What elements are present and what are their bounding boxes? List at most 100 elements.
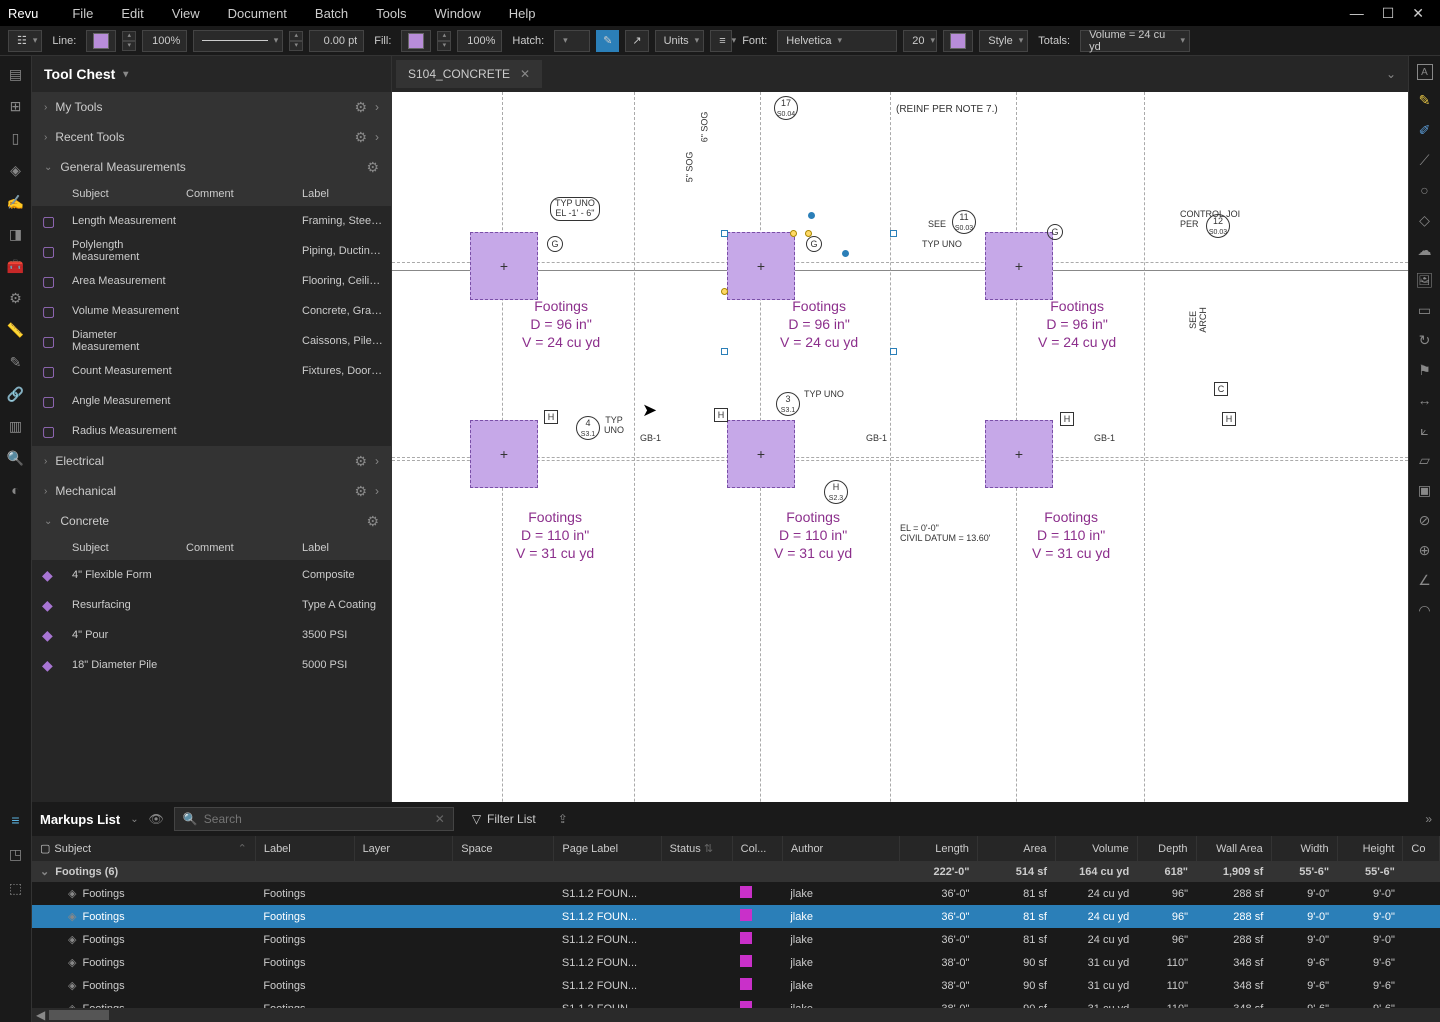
gear-icon[interactable]: ⚙ [354, 483, 367, 500]
measure-poly-icon[interactable]: ⟀ [1415, 420, 1435, 440]
menu-view[interactable]: View [158, 6, 214, 21]
section-my-tools[interactable]: ›My Tools⚙› [32, 92, 391, 122]
signatures-icon[interactable]: ✍ [6, 192, 26, 212]
links-icon[interactable]: 🔗 [6, 384, 26, 404]
pen-tool-icon[interactable]: ✐ [1415, 120, 1435, 140]
table-row[interactable]: ◈FootingsFootingsS1.1.2 FOUN...jlake38'-… [32, 974, 1440, 997]
measure-count-icon[interactable]: ⊕ [1415, 540, 1435, 560]
markups-list-icon[interactable]: ≡ [6, 810, 26, 830]
measure-length-icon[interactable]: ↔ [1415, 390, 1435, 410]
chevron-down-icon[interactable]: ⌄ [130, 814, 138, 825]
measurements-icon[interactable]: 📏 [6, 320, 26, 340]
align-dropdown[interactable]: ≡ [710, 30, 732, 52]
close-icon[interactable]: ✕ [520, 67, 530, 81]
fill-pct-spinner[interactable]: ▴▾ [437, 31, 451, 51]
rotate-tool-icon[interactable]: ↻ [1415, 330, 1435, 350]
gear-icon[interactable]: ⚙ [354, 453, 367, 470]
units-dropdown[interactable]: Units [655, 30, 705, 52]
section-concrete[interactable]: ⌄Concrete⚙ [32, 506, 391, 536]
file-access-icon[interactable]: ▤ [6, 64, 26, 84]
3d-icon[interactable]: ◳ [6, 844, 26, 864]
menu-file[interactable]: File [58, 6, 107, 21]
tool-chest-row[interactable]: ▢Length MeasurementFraming, Steel, Grid … [32, 206, 391, 236]
caption-icon[interactable]: ↗ [625, 30, 648, 52]
tab-expand-icon[interactable]: ⌄ [1386, 67, 1396, 81]
font-size-dropdown[interactable]: 20 [903, 30, 937, 52]
markups-search[interactable]: 🔍 ✕ [174, 807, 454, 831]
callout-tool-icon[interactable]: ◇ [1415, 210, 1435, 230]
gear-icon[interactable]: ⚙ [366, 159, 379, 176]
layers-icon[interactable]: ◈ [6, 160, 26, 180]
tool-chest-row[interactable]: ▢Polylength MeasurementPiping, Ducting, … [32, 236, 391, 266]
section-general[interactable]: ⌄General Measurements⚙ [32, 152, 391, 182]
tool-chest-row[interactable]: ◆ResurfacingType A Coating [32, 590, 391, 620]
measure-volume-icon[interactable]: ▣ [1415, 480, 1435, 500]
table-row[interactable]: ◈FootingsFootingsS1.1.2 FOUN...jlake38'-… [32, 997, 1440, 1008]
table-row[interactable]: ◈FootingsFootingsS1.1.2 FOUN...jlake38'-… [32, 951, 1440, 974]
hide-markups-icon[interactable]: 👁 [149, 812, 164, 826]
horizontal-scrollbar[interactable]: ◀ [32, 1008, 1440, 1022]
section-mechanical[interactable]: ›Mechanical⚙› [32, 476, 391, 506]
tool-chest-row[interactable]: ◆18" Diameter Pile5000 PSI [32, 650, 391, 680]
tool-chest-icon[interactable]: 🧰 [6, 256, 26, 276]
table-header-row[interactable]: ▢Subject⌃ Label Layer Space Page Label S… [32, 836, 1440, 861]
table-row[interactable]: ◈FootingsFootingsS1.1.2 FOUN...jlake36'-… [32, 905, 1440, 928]
line-style-dropdown[interactable] [193, 30, 283, 52]
tool-chest-row[interactable]: ▢Radius Measurement [32, 416, 391, 446]
search-input[interactable] [204, 812, 429, 826]
table-row[interactable]: ◈FootingsFootingsS1.1.2 FOUN...jlake36'-… [32, 882, 1440, 905]
table-row[interactable]: ◈FootingsFootingsS1.1.2 FOUN...jlake36'-… [32, 928, 1440, 951]
menu-help[interactable]: Help [495, 6, 550, 21]
gear-icon[interactable]: ⚙ [354, 99, 367, 116]
line-pct-spinner[interactable]: ▴▾ [122, 31, 136, 51]
rotate-handle[interactable] [808, 212, 815, 219]
tool-chest-row[interactable]: ▢Diameter MeasurementCaissons, Piles, Co… [32, 326, 391, 356]
section-electrical[interactable]: ›Electrical⚙› [32, 446, 391, 476]
hatch-dropdown[interactable] [554, 30, 590, 52]
studio-icon[interactable]: ◐ [6, 480, 26, 500]
expand-icon[interactable]: » [1425, 812, 1432, 826]
highlight-tool-icon[interactable]: ✎ [1415, 90, 1435, 110]
measure-angle-icon[interactable]: ∠ [1415, 570, 1435, 590]
filter-list-button[interactable]: ▽ Filter List [472, 812, 536, 826]
menu-edit[interactable]: Edit [107, 6, 157, 21]
line-color-swatch[interactable] [86, 30, 116, 52]
table-group-row[interactable]: ⌄Footings (6)222'-0"514 sf164 cu yd618"1… [32, 861, 1440, 882]
measure-area-icon[interactable]: ▱ [1415, 450, 1435, 470]
handle[interactable] [842, 250, 849, 257]
clear-search-icon[interactable]: ✕ [435, 812, 445, 826]
line-width-input[interactable] [309, 30, 364, 52]
font-color-swatch[interactable] [943, 30, 973, 52]
tool-chest-row[interactable]: ▢Count MeasurementFixtures, Doors, Wind.… [32, 356, 391, 386]
search-panel-icon[interactable]: ◨ [6, 224, 26, 244]
flag-tool-icon[interactable]: ⚑ [1415, 360, 1435, 380]
tool-chest-row[interactable]: ◆4" Flexible FormComposite [32, 560, 391, 590]
markups-title[interactable]: Markups List [40, 812, 120, 827]
rect-tool-icon[interactable]: ▭ [1415, 300, 1435, 320]
font-dropdown[interactable]: Helvetica [777, 30, 897, 52]
footing-markup[interactable] [727, 420, 795, 488]
style-dropdown[interactable]: Style [979, 30, 1028, 52]
footing-markup[interactable] [985, 232, 1053, 300]
line-width-spinner[interactable]: ▴▾ [289, 31, 303, 51]
properties-icon[interactable]: ⚙ [6, 288, 26, 308]
tool-chest-row[interactable]: ◆4" Pour3500 PSI [32, 620, 391, 650]
menu-window[interactable]: Window [421, 6, 495, 21]
highlight-icon[interactable]: ✎ [596, 30, 619, 52]
profile-dropdown[interactable]: ☷ [8, 30, 42, 52]
close-button[interactable]: ✕ [1412, 5, 1424, 22]
cloud-tool-icon[interactable]: ☁ [1415, 240, 1435, 260]
measure-radius-icon[interactable]: ◠ [1415, 600, 1435, 620]
image-tool-icon[interactable]: 🖼 [1415, 270, 1435, 290]
fill-pct-input[interactable] [457, 30, 502, 52]
fill-color-swatch[interactable] [401, 30, 431, 52]
search-icon[interactable]: 🔍 [6, 448, 26, 468]
footing-markup[interactable] [985, 420, 1053, 488]
tool-chest-title[interactable]: Tool Chest [32, 56, 391, 92]
gear-icon[interactable]: ⚙ [366, 513, 379, 530]
sets-icon[interactable]: ▥ [6, 416, 26, 436]
export-icon[interactable]: ⇪ [558, 812, 568, 826]
tool-chest-row[interactable]: ▢Volume MeasurementConcrete, Grading [32, 296, 391, 326]
text-tool-icon[interactable]: A [1417, 64, 1433, 80]
tab-s104[interactable]: S104_CONCRETE ✕ [396, 60, 542, 88]
